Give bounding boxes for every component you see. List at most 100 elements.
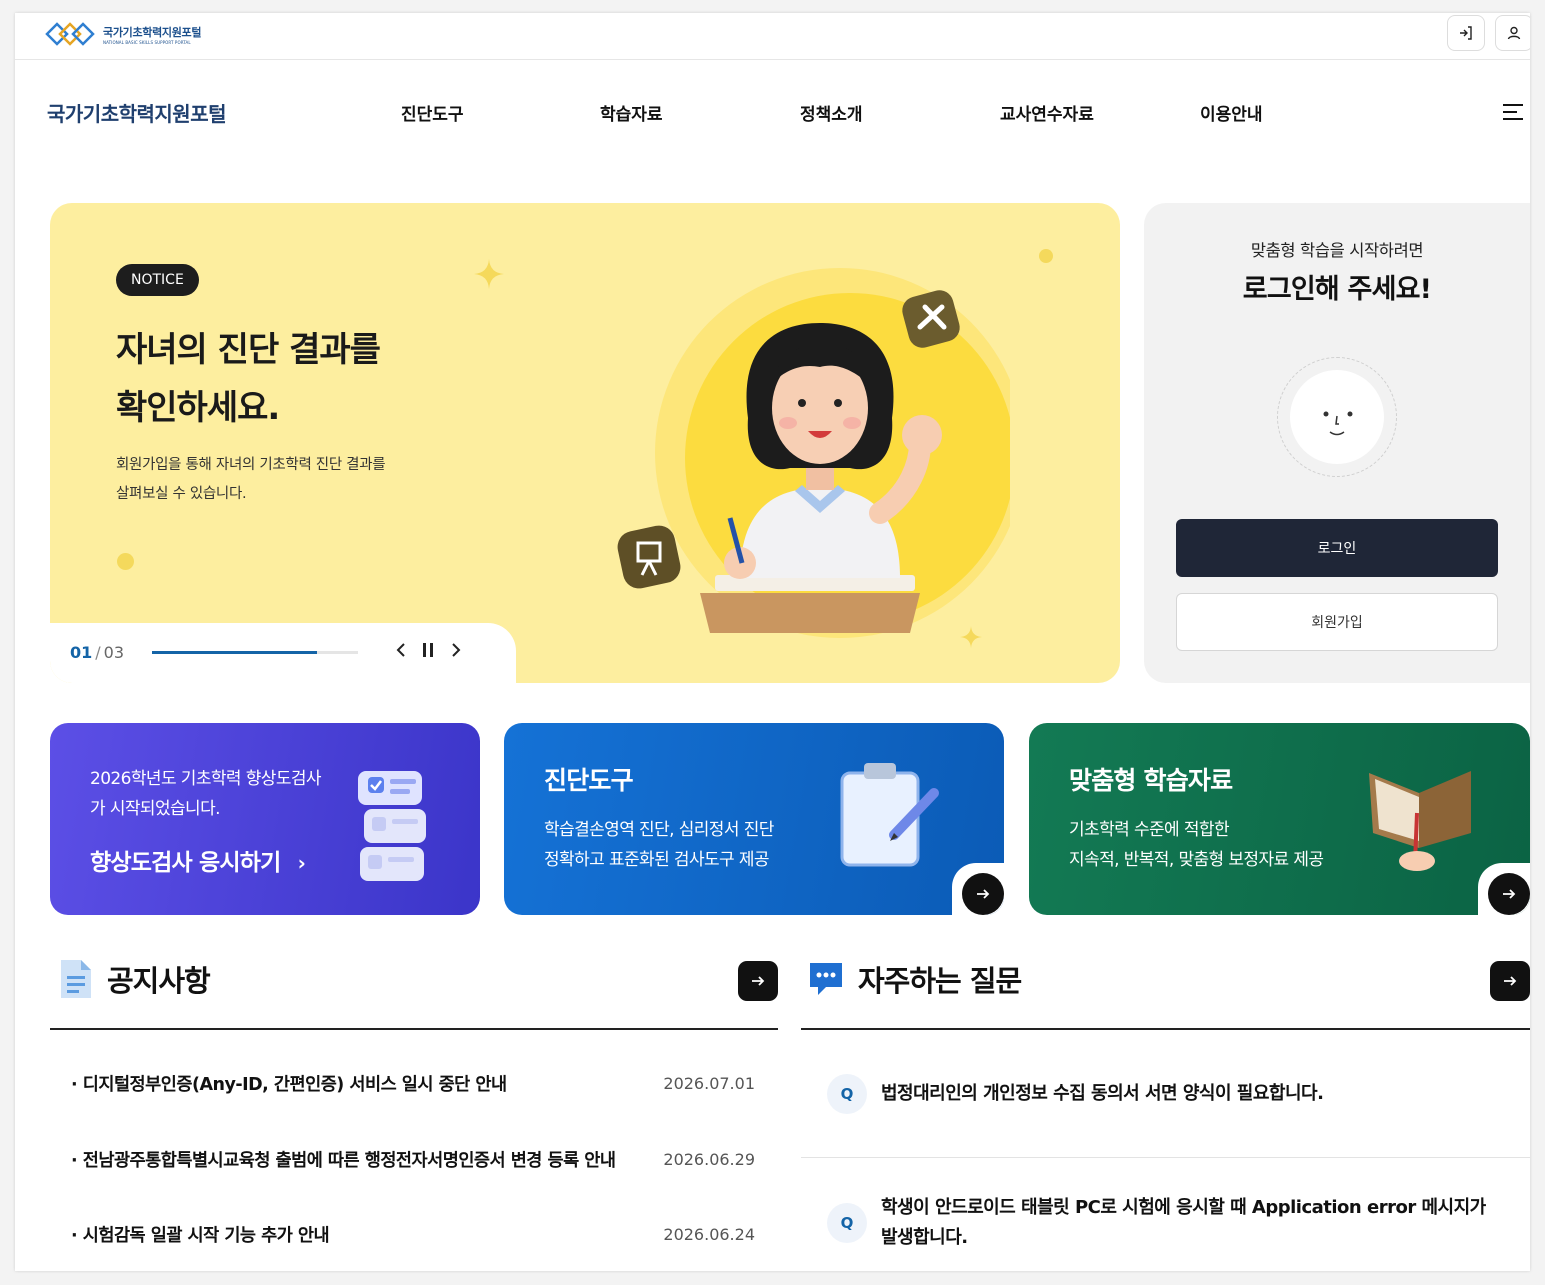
user-menu-button[interactable]: [1495, 15, 1530, 51]
sign-in-icon: [1460, 26, 1472, 40]
learning-materials-desc: 기초학력 수준에 적합한 지속적, 반복적, 맞춤형 보정자료 제공: [1069, 815, 1324, 875]
login-shortcut-button[interactable]: [1447, 15, 1485, 51]
slide-progress-fill: [152, 651, 317, 654]
slide-total: 03: [103, 643, 125, 662]
notice-item[interactable]: · 시험감독 일괄 시작 기능 추가 안내 2026.06.24: [71, 1222, 755, 1247]
login-card: 맞춤형 학습을 시작하려면 로그인해 주세요! 로그인 회원가입: [1144, 203, 1530, 683]
nav-learning-materials[interactable]: 학습자료: [600, 100, 663, 125]
hero-title-line1: 자녀의 진단 결과를: [116, 330, 381, 370]
faq-more-button[interactable]: [1490, 961, 1530, 1001]
page: 국가기초학력지원포털 NATIONAL BASIC SKILLS SUPPORT…: [15, 13, 1530, 1271]
slide-pager: 01 / 03: [70, 643, 124, 662]
slide-separator: /: [95, 643, 101, 662]
pause-slide-button[interactable]: [417, 639, 439, 661]
nav-guide[interactable]: 이용안내: [1200, 100, 1263, 125]
nav-diagnostic-tools[interactable]: 진단도구: [401, 100, 464, 125]
site-title[interactable]: 국가기초학력지원포털: [47, 98, 227, 127]
arrow-right-icon: [977, 889, 990, 899]
improvement-test-link[interactable]: 향상도검사 응시하기 ›: [90, 843, 306, 877]
diagnostic-tools-card[interactable]: 진단도구 학습결손영역 진단, 심리정서 진단 정확하고 표준화된 검사도구 제…: [504, 723, 1004, 915]
sparkle-decoration-icon: [474, 259, 504, 289]
improvement-test-text: 2026학년도 기초학력 향상도검사 가 시작되었습니다.: [90, 764, 322, 824]
main-header: 국가기초학력지원포털 진단도구 학습자료 정책소개 교사연수자료 이용안내: [15, 60, 1530, 160]
portal-logo[interactable]: 국가기초학력지원포털 NATIONAL BASIC SKILLS SUPPORT…: [45, 17, 202, 51]
notice-item-date: 2026.07.01: [663, 1074, 755, 1093]
diagnostic-tools-desc: 학습결손영역 진단, 심리정서 진단 정확하고 표준화된 검사도구 제공: [544, 815, 774, 875]
faq-q-badge: Q: [827, 1203, 867, 1243]
chat-bubble-icon: [810, 963, 842, 995]
diagnostic-tools-title: 진단도구: [544, 766, 634, 795]
clipboard-icon: [840, 763, 939, 867]
notice-item-date: 2026.06.24: [663, 1225, 755, 1244]
utility-bar: 국가기초학력지원포털 NATIONAL BASIC SKILLS SUPPORT…: [15, 13, 1530, 60]
nav-policy[interactable]: 정책소개: [800, 100, 863, 125]
arrow-right-icon: [1504, 976, 1517, 986]
nav-teacher-training[interactable]: 교사연수자료: [1000, 100, 1094, 125]
notice-item-title[interactable]: · 시험감독 일괄 시작 기능 추가 안내: [71, 1222, 631, 1247]
faq-item[interactable]: Q 법정대리인의 개인정보 수집 동의서 서면 양식이 필요합니다.: [827, 1074, 1517, 1114]
checklist-cards-icon: [358, 771, 426, 881]
faq-divider: [801, 1028, 1530, 1030]
diagnostic-tools-desc-line2: 정확하고 표준화된 검사도구 제공: [544, 850, 770, 870]
next-slide-button[interactable]: [445, 639, 467, 661]
avatar: [1277, 357, 1397, 477]
hero-desc-line1: 회원가입을 통해 자녀의 기초학력 진단 결과를: [116, 457, 386, 473]
faq-item-text[interactable]: 학생이 안드로이드 태블릿 PC로 시험에 응시할 때 Application …: [881, 1193, 1486, 1253]
learning-materials-desc-line1: 기초학력 수준에 적합한: [1069, 820, 1230, 840]
notice-badge: NOTICE: [116, 264, 199, 296]
login-title: 로그인해 주세요!: [1242, 274, 1432, 305]
faq-row-divider: [801, 1157, 1530, 1158]
notice-divider: [50, 1028, 778, 1030]
hero-desc-line2: 살펴보실 수 있습니다.: [116, 486, 247, 502]
improvement-test-line2: 가 시작되었습니다.: [90, 799, 221, 819]
user-icon: [1507, 26, 1521, 40]
faq-item[interactable]: Q 학생이 안드로이드 태블릿 PC로 시험에 응시할 때 Applicatio…: [827, 1193, 1517, 1253]
open-book-icon: [1369, 771, 1471, 871]
slide-current: 01: [70, 643, 93, 662]
login-button[interactable]: 로그인: [1176, 519, 1498, 577]
hero-title-line2: 확인하세요.: [116, 388, 280, 428]
dot-decoration: [1039, 249, 1053, 263]
faq-q-badge: Q: [827, 1074, 867, 1114]
notice-item-title[interactable]: · 전남광주통합특별시교육청 출범에 따른 행정전자서명인증서 변경 등록 안내: [71, 1147, 631, 1172]
chevron-right-icon: ›: [297, 851, 306, 875]
diagnostic-tools-desc-line1: 학습결손영역 진단, 심리정서 진단: [544, 820, 774, 840]
chevron-left-icon: [396, 643, 405, 657]
improvement-test-link-label: 향상도검사 응시하기: [90, 850, 281, 876]
improvement-test-line1: 2026학년도 기초학력 향상도검사: [90, 769, 322, 789]
learning-materials-title: 맞춤형 학습자료: [1069, 766, 1233, 795]
smiley-face-icon: [1290, 370, 1384, 464]
menu-icon[interactable]: [1503, 104, 1523, 122]
notice-more-button[interactable]: [738, 961, 778, 1001]
faq-item-line1: 학생이 안드로이드 태블릿 PC로 시험에 응시할 때 Application …: [881, 1197, 1486, 1218]
notice-board-title: 공지사항: [107, 964, 211, 998]
notice-item[interactable]: · 전남광주통합특별시교육청 출범에 따른 행정전자서명인증서 변경 등록 안내…: [71, 1147, 755, 1172]
signup-button[interactable]: 회원가입: [1176, 593, 1498, 651]
hero-banner: NOTICE 자녀의 진단 결과를 확인하세요. 회원가입을 통해 자녀의 기초…: [50, 203, 1120, 683]
logo-korean-text: 국가기초학력지원포털: [103, 25, 202, 39]
student-illustration: [617, 268, 1010, 638]
improvement-test-card[interactable]: 2026학년도 기초학력 향상도검사 가 시작되었습니다. 향상도검사 응시하기…: [50, 723, 480, 915]
badge-easel-icon: [617, 525, 681, 589]
faq-board-header: 자주하는 질문: [806, 958, 1022, 1000]
pause-icon: [423, 643, 433, 657]
faq-item-text[interactable]: 법정대리인의 개인정보 수집 동의서 서면 양식이 필요합니다.: [881, 1079, 1324, 1109]
notice-board-header: 공지사항: [55, 958, 211, 1000]
faq-board-title: 자주하는 질문: [858, 964, 1022, 998]
diamond-logo-icon: [45, 22, 95, 46]
arrow-right-icon: [752, 976, 765, 986]
diagnostic-tools-arrow-button[interactable]: [962, 873, 1004, 915]
notice-item-date: 2026.06.29: [663, 1150, 755, 1169]
prev-slide-button[interactable]: [390, 639, 412, 661]
dot-decoration: [117, 553, 134, 570]
learning-materials-card[interactable]: 맞춤형 학습자료 기초학력 수준에 적합한 지속적, 반복적, 맞춤형 보정자료…: [1029, 723, 1530, 915]
notice-item-title[interactable]: · 디지털정부인증(Any-ID, 간편인증) 서비스 일시 중단 안내: [71, 1071, 631, 1096]
notice-item[interactable]: · 디지털정부인증(Any-ID, 간편인증) 서비스 일시 중단 안내 202…: [71, 1071, 755, 1096]
logo-english-text: NATIONAL BASIC SKILLS SUPPORT PORTAL: [103, 39, 191, 45]
learning-materials-desc-line2: 지속적, 반복적, 맞춤형 보정자료 제공: [1069, 850, 1324, 870]
learning-materials-arrow-button[interactable]: [1488, 873, 1530, 915]
arrow-right-icon: [1503, 889, 1516, 899]
login-subtitle: 맞춤형 학습을 시작하려면: [1250, 241, 1424, 260]
hero-title: 자녀의 진단 결과를 확인하세요.: [116, 321, 381, 437]
slide-progress-bar: [152, 651, 358, 654]
